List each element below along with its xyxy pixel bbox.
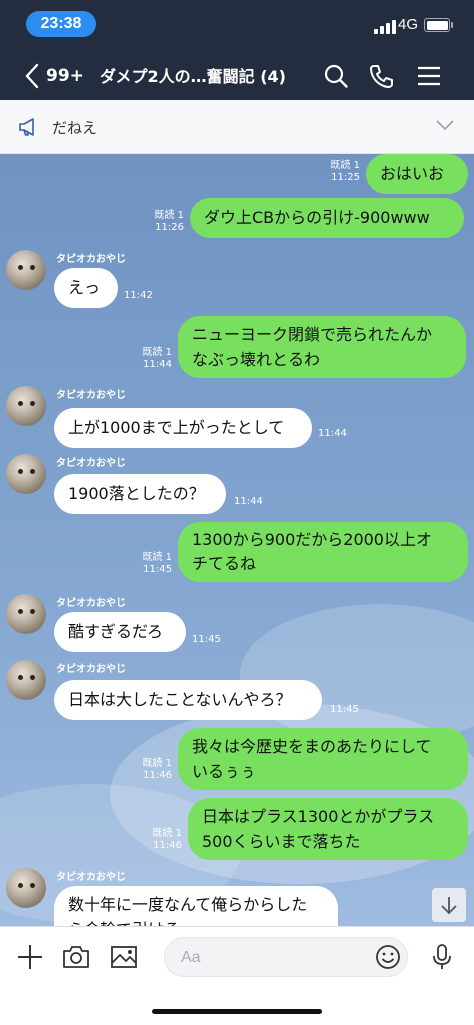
message-time: 11:45 — [192, 634, 221, 645]
read-receipt: 既読 1 — [142, 552, 172, 563]
message-time: 11:45 — [143, 564, 172, 575]
message-text: 500くらいまで落ちた — [202, 832, 361, 851]
read-receipt: 既読 1 — [142, 347, 172, 358]
back-button[interactable]: 99+ — [24, 61, 104, 91]
app-header: 23:38 4G 99+ ダメプ2人の…奮闘記 (4) — [0, 0, 474, 100]
chat-area[interactable]: 既読 1 11:25 おはいお 既読 1 11:26 ダウ上CBからの引け-90… — [0, 154, 474, 926]
chevron-down-icon[interactable] — [436, 119, 454, 131]
image-icon[interactable] — [110, 943, 138, 971]
home-indicator — [152, 1009, 322, 1014]
avatar[interactable] — [6, 454, 46, 494]
message-meta: 既読 1 11:46 — [130, 758, 172, 782]
plus-icon[interactable] — [16, 943, 44, 971]
chat-title[interactable]: ダメプ2人の…奮闘記 (4) — [100, 63, 286, 87]
message-text: ら金輪で引ける — [68, 917, 324, 926]
status-time: 23:38 — [26, 11, 96, 37]
message-text: 我々は今歴史をまのあたりにして — [192, 737, 432, 756]
unread-count: 99+ — [46, 66, 84, 86]
message-time: 11:46 — [153, 840, 182, 851]
message-meta: 既読 1 11:44 — [130, 347, 172, 371]
message-bubble[interactable]: 我々は今歴史をまのあたりにして いるぅぅ — [178, 728, 468, 790]
message-text: いるぅぅ — [192, 762, 257, 781]
message-bubble[interactable]: 日本はプラス1300とかがプラス 500くらいまで落ちた — [188, 798, 468, 860]
message-time: 11:25 — [331, 172, 360, 183]
message-bubble[interactable]: ニューヨーク閉鎖で売られたんか なぶっ壊れとるわ — [178, 316, 466, 378]
read-receipt: 既読 1 — [154, 210, 184, 221]
message-text: チてるね — [192, 554, 257, 573]
message-bubble[interactable]: 酷すぎるだろ — [54, 612, 186, 652]
avatar[interactable] — [6, 660, 46, 700]
message-time: 11:42 — [124, 290, 153, 301]
message-text: なぶっ壊れとるわ — [192, 350, 321, 369]
message-bubble[interactable]: おはいお — [366, 154, 468, 194]
network-type: 4G — [398, 16, 419, 33]
message-time: 11:44 — [143, 359, 172, 370]
message-text: 酷すぎるだろ — [68, 622, 164, 641]
message-time: 11:26 — [155, 222, 184, 233]
message-time: 11:45 — [330, 704, 359, 715]
sender-name: タピオカおやじ — [56, 598, 126, 609]
message-bubble[interactable]: 数十年に一度なんて俺らからした ら金輪で引ける — [54, 886, 338, 926]
sender-name: タピオカおやじ — [56, 872, 126, 883]
camera-icon[interactable] — [62, 943, 90, 971]
chevron-left-icon — [25, 63, 39, 89]
announcement-text: だねえ — [52, 119, 98, 137]
microphone-icon[interactable] — [428, 943, 456, 971]
sender-name: タピオカおやじ — [56, 458, 126, 469]
sender-name: タピオカおやじ — [56, 664, 126, 675]
avatar[interactable] — [6, 594, 46, 634]
message-text: 数十年に一度なんて俺らからした — [68, 895, 308, 914]
message-bubble[interactable]: 日本は大したことないんやろ？ — [54, 680, 322, 720]
megaphone-icon — [19, 118, 34, 136]
message-meta: 既読 1 11:25 — [318, 160, 360, 184]
message-text: 1900落としたの？ — [68, 484, 205, 503]
sender-name: タピオカおやじ — [56, 254, 126, 265]
message-bubble[interactable]: 上が1000まで上がったとして — [54, 408, 312, 448]
avatar[interactable] — [6, 250, 46, 290]
message-time: 11:46 — [143, 770, 172, 781]
read-receipt: 既読 1 — [142, 758, 172, 769]
message-bubble[interactable]: ダウ上CBからの引け-900www — [190, 198, 464, 238]
read-receipt: 既読 1 — [152, 828, 182, 839]
message-meta: 既読 1 11:26 — [142, 210, 184, 234]
phone-icon[interactable] — [368, 63, 394, 89]
arrow-down-icon — [441, 897, 457, 915]
message-input-field[interactable] — [164, 937, 408, 977]
emoji-icon[interactable] — [375, 944, 401, 970]
message-text: えっ — [68, 278, 101, 297]
message-meta: 既読 1 11:45 — [130, 552, 172, 576]
read-receipt: 既読 1 — [330, 160, 360, 171]
message-text: 1300から900だから2000以上オ — [192, 530, 432, 549]
avatar[interactable] — [6, 386, 46, 426]
scroll-to-bottom-button[interactable] — [432, 888, 466, 922]
message-text: おはいお — [380, 164, 445, 183]
message-input[interactable] — [179, 946, 363, 970]
message-text: ニューヨーク閉鎖で売られたんか — [192, 325, 433, 344]
message-text: 日本はプラス1300とかがプラス — [202, 807, 435, 826]
message-meta: 既読 1 11:46 — [140, 828, 182, 852]
status-bar: 23:38 4G — [0, 0, 474, 46]
message-bubble[interactable]: 1900落としたの？ — [54, 474, 226, 514]
message-time: 11:44 — [234, 496, 263, 507]
message-bubble[interactable]: えっ — [54, 268, 118, 308]
message-bubble[interactable]: 1300から900だから2000以上オ チてるね — [178, 522, 468, 582]
message-time: 11:44 — [318, 428, 347, 439]
nav-row: 99+ ダメプ2人の…奮闘記 (4) — [0, 52, 474, 98]
search-icon[interactable] — [323, 63, 349, 89]
input-bar — [0, 926, 474, 1025]
sender-name: タピオカおやじ — [56, 390, 126, 401]
announcement-bar[interactable]: だねえ — [0, 100, 474, 154]
message-text: 上が1000まで上がったとして — [68, 418, 285, 437]
message-text: 日本は大したことないんやろ？ — [68, 690, 292, 709]
signal-icon — [374, 20, 396, 34]
message-text: ダウ上CBからの引け-900www — [204, 208, 430, 227]
battery-icon — [424, 18, 453, 32]
avatar[interactable] — [6, 868, 46, 908]
hamburger-menu-icon[interactable] — [416, 63, 442, 89]
